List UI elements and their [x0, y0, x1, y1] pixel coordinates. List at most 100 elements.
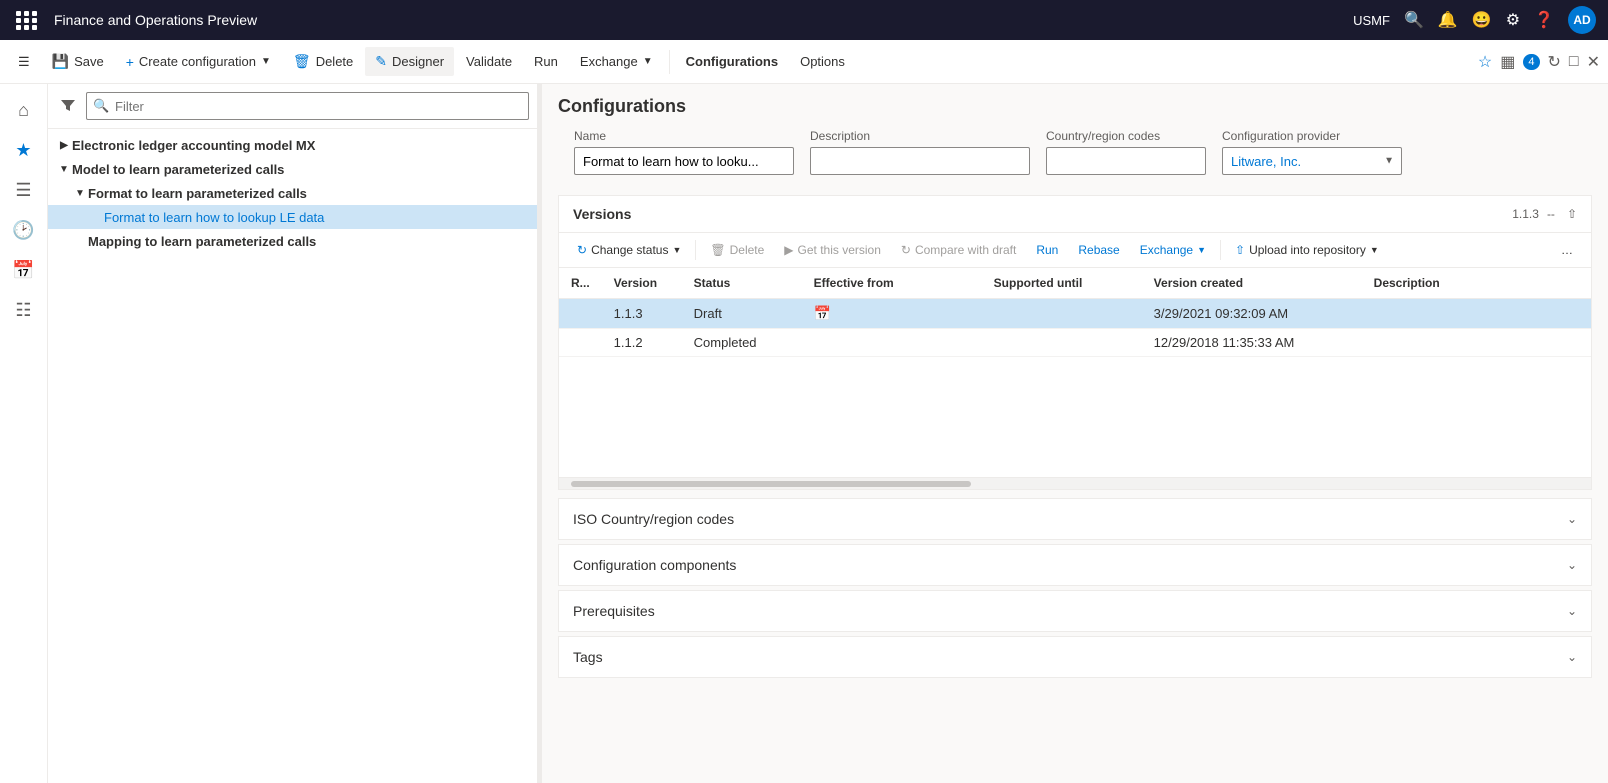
prerequisites-section-header[interactable]: Prerequisites ⌄ [559, 591, 1591, 631]
main-toolbar: ☰ 💾 Save + Create configuration ▼ 🗑 Dele… [0, 40, 1608, 84]
versions-exchange-button[interactable]: Exchange ▼ [1132, 239, 1214, 261]
filter-input[interactable] [86, 92, 529, 120]
get-this-version-button[interactable]: ▶ Get this version [776, 239, 889, 261]
versions-more-button[interactable]: … [1553, 239, 1581, 261]
col-header-version: Version [602, 268, 682, 299]
maximize-icon[interactable]: □ [1569, 53, 1579, 71]
filter-input-wrap: 🔍 [86, 92, 529, 120]
emoji-icon[interactable]: 😀 [1472, 10, 1492, 30]
tree-item-model-parameterized[interactable]: ▼ Model to learn parameterized calls [48, 157, 537, 181]
help-icon[interactable]: ❓ [1534, 10, 1554, 30]
table-row[interactable]: 1.1.3 Draft 📅 3/29/2021 09:32:09 AM [559, 299, 1591, 329]
scroll-thumb[interactable] [571, 481, 971, 487]
compare-draft-button[interactable]: ↻ Compare with draft [893, 239, 1024, 261]
provider-select[interactable]: Litware, Inc. [1222, 147, 1402, 175]
nav-calendar-icon[interactable]: 📅 [6, 252, 42, 288]
nav-star-icon[interactable]: ★ [6, 132, 42, 168]
country-input[interactable] [1046, 147, 1206, 175]
nav-home-icon[interactable]: ⌂ [6, 92, 42, 128]
versions-chevron-icon: ⇧ [1567, 207, 1577, 221]
horizontal-scrollbar[interactable] [559, 477, 1591, 489]
notification-icon[interactable]: 🔔 [1438, 10, 1458, 30]
pin-icon[interactable]: 4 [1523, 54, 1539, 70]
rebase-label: Rebase [1078, 243, 1119, 257]
options-tab[interactable]: Options [790, 48, 855, 75]
iso-section: ISO Country/region codes ⌄ [558, 498, 1592, 540]
create-configuration-button[interactable]: + Create configuration ▼ [116, 48, 281, 76]
exchange-chevron-icon: ▼ [643, 56, 653, 67]
configurations-tab[interactable]: Configurations [676, 48, 788, 75]
refresh-icon[interactable]: ↻ [1548, 52, 1561, 72]
waffle-menu[interactable] [12, 7, 42, 34]
save-button[interactable]: 💾 Save [42, 47, 114, 76]
designer-button[interactable]: ✎ Designer [365, 47, 454, 76]
versions-exchange-label: Exchange [1140, 243, 1193, 257]
col-header-description: Description [1362, 268, 1591, 299]
iso-title: ISO Country/region codes [573, 511, 1567, 527]
upload-label: Upload into repository [1249, 243, 1366, 257]
cell-created: 3/29/2021 09:32:09 AM [1142, 299, 1362, 329]
hamburger-button[interactable]: ☰ [8, 48, 40, 76]
nav-clock-icon[interactable]: 🕑 [6, 212, 42, 248]
get-version-icon: ▶ [784, 243, 793, 257]
tree-panel: 🔍 ▶ Electronic ledger accounting model M… [48, 84, 538, 783]
provider-label: Configuration provider [1222, 129, 1402, 143]
nav-menu-icon[interactable]: ☷ [6, 292, 42, 328]
cell-supported [982, 299, 1142, 329]
calendar-icon[interactable]: 📅 [814, 305, 831, 321]
close-icon[interactable]: ✕ [1587, 52, 1600, 72]
cell-version: 1.1.2 [602, 329, 682, 357]
exchange-button[interactable]: Exchange ▼ [570, 48, 663, 75]
rebase-button[interactable]: Rebase [1070, 239, 1127, 261]
split-icon[interactable]: ▦ [1500, 52, 1515, 72]
main-layout: ⌂ ★ ☰ 🕑 📅 ☷ 🔍 ▶ Electronic ledger accoun… [0, 84, 1608, 783]
avatar[interactable]: AD [1568, 6, 1596, 34]
tree-content: ▶ Electronic ledger accounting model MX … [48, 129, 537, 783]
tree-expand-icon: ▶ [56, 137, 72, 153]
save-icon: 💾 [52, 53, 69, 70]
versions-table: R... Version Status Effective from Suppo… [559, 268, 1591, 357]
hamburger-icon: ☰ [18, 54, 30, 70]
validate-button[interactable]: Validate [456, 48, 522, 75]
tree-item-mapping-parameterized[interactable]: Mapping to learn parameterized calls [48, 229, 537, 253]
prerequisites-section: Prerequisites ⌄ [558, 590, 1592, 632]
search-icon[interactable]: 🔍 [1404, 10, 1424, 30]
versions-delete-button[interactable]: 🗑 Delete [702, 239, 772, 261]
upload-repository-button[interactable]: ⇧ Upload into repository ▼ [1227, 239, 1387, 261]
description-input[interactable] [810, 147, 1030, 175]
table-row[interactable]: 1.1.2 Completed 12/29/2018 11:35:33 AM [559, 329, 1591, 357]
country-field: Country/region codes [1046, 129, 1206, 175]
cell-status: Completed [682, 329, 802, 357]
iso-section-header[interactable]: ISO Country/region codes ⌄ [559, 499, 1591, 539]
components-section-header[interactable]: Configuration components ⌄ [559, 545, 1591, 585]
prerequisites-title: Prerequisites [573, 603, 1567, 619]
change-status-button[interactable]: ↻ Change status ▼ [569, 239, 689, 261]
provider-select-wrap: Litware, Inc. ▼ [1222, 147, 1402, 175]
tree-item-format-lookup[interactable]: Format to learn how to lookup LE data [48, 205, 537, 229]
tree-item-electronic-ledger[interactable]: ▶ Electronic ledger accounting model MX [48, 133, 537, 157]
tree-expand-icon: ▼ [56, 161, 72, 177]
tree-item-format-parameterized[interactable]: ▼ Format to learn parameterized calls [48, 181, 537, 205]
table-empty-area [559, 357, 1591, 477]
designer-label: Designer [392, 54, 444, 69]
tree-item-label: Model to learn parameterized calls [72, 162, 529, 177]
components-chevron-icon: ⌄ [1567, 558, 1577, 572]
versions-run-button[interactable]: Run [1028, 239, 1066, 261]
favorite-icon[interactable]: ☆ [1478, 52, 1492, 72]
filter-icon[interactable] [56, 94, 80, 118]
cell-description [1362, 299, 1591, 329]
cell-created: 12/29/2018 11:35:33 AM [1142, 329, 1362, 357]
exchange-chevron-icon: ▼ [1197, 245, 1206, 255]
delete-button[interactable]: 🗑 Delete [283, 47, 363, 76]
name-input[interactable] [574, 147, 794, 175]
settings-icon[interactable]: ⚙ [1506, 10, 1520, 30]
tags-section: Tags ⌄ [558, 636, 1592, 678]
exchange-label: Exchange [580, 54, 638, 69]
run-button[interactable]: Run [524, 48, 568, 75]
main-content: Configurations Name Description Country/… [542, 84, 1608, 783]
upload-chevron-icon: ▼ [1370, 245, 1379, 255]
version-number: 1.1.3 [1512, 207, 1539, 221]
tags-section-header[interactable]: Tags ⌄ [559, 637, 1591, 677]
versions-section-header[interactable]: Versions 1.1.3 -- ⇧ [559, 196, 1591, 233]
nav-list-icon[interactable]: ☰ [6, 172, 42, 208]
